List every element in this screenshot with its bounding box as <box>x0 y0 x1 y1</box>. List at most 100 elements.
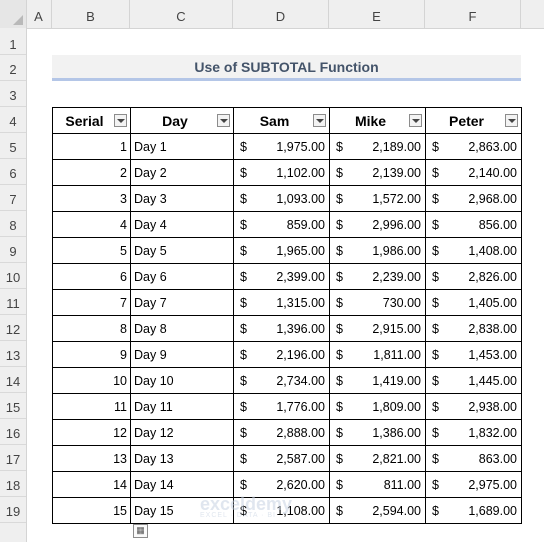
serial-cell[interactable]: 2 <box>52 159 131 186</box>
serial-cell[interactable]: 1 <box>52 133 131 160</box>
day-cell[interactable]: Day 12 <box>130 419 234 446</box>
mike-cell[interactable]: $2,915.00 <box>329 315 426 342</box>
sam-cell[interactable]: $1,315.00 <box>233 289 330 316</box>
peter-cell[interactable]: $1,689.00 <box>425 497 522 524</box>
sam-cell[interactable]: $1,093.00 <box>233 185 330 212</box>
mike-cell[interactable]: $2,239.00 <box>329 263 426 290</box>
mike-cell[interactable]: $2,996.00 <box>329 211 426 238</box>
sam-cell[interactable]: $1,396.00 <box>233 315 330 342</box>
filter-dropdown-icon[interactable] <box>505 114 518 127</box>
filter-dropdown-icon[interactable] <box>217 114 230 127</box>
select-all-corner[interactable] <box>0 0 27 28</box>
column-header-b[interactable]: B <box>52 0 130 28</box>
sam-cell[interactable]: $1,975.00 <box>233 133 330 160</box>
mike-cell[interactable]: $1,419.00 <box>329 367 426 394</box>
serial-cell[interactable]: 3 <box>52 185 131 212</box>
sam-cell[interactable]: $1,965.00 <box>233 237 330 264</box>
column-header-e[interactable]: E <box>329 0 425 28</box>
row-header[interactable]: 6 <box>0 159 26 185</box>
day-cell[interactable]: Day 5 <box>130 237 234 264</box>
mike-cell[interactable]: $2,139.00 <box>329 159 426 186</box>
quick-analysis-icon[interactable]: ▦ <box>133 524 148 538</box>
peter-cell[interactable]: $856.00 <box>425 211 522 238</box>
sam-cell[interactable]: $1,108.00 <box>233 497 330 524</box>
peter-cell[interactable]: $1,832.00 <box>425 419 522 446</box>
row-header[interactable]: 8 <box>0 211 26 237</box>
day-cell[interactable]: Day 14 <box>130 471 234 498</box>
filter-dropdown-icon[interactable] <box>409 114 422 127</box>
day-cell[interactable]: Day 3 <box>130 185 234 212</box>
day-cell[interactable]: Day 11 <box>130 393 234 420</box>
peter-cell[interactable]: $2,838.00 <box>425 315 522 342</box>
row-header[interactable]: 14 <box>0 367 26 393</box>
serial-cell[interactable]: 9 <box>52 341 131 368</box>
serial-cell[interactable]: 15 <box>52 497 131 524</box>
serial-cell[interactable]: 4 <box>52 211 131 238</box>
mike-cell[interactable]: $1,811.00 <box>329 341 426 368</box>
row-header[interactable]: 9 <box>0 237 26 263</box>
peter-cell[interactable]: $1,405.00 <box>425 289 522 316</box>
peter-cell[interactable]: $2,938.00 <box>425 393 522 420</box>
day-cell[interactable]: Day 10 <box>130 367 234 394</box>
serial-cell[interactable]: 11 <box>52 393 131 420</box>
serial-cell[interactable]: 7 <box>52 289 131 316</box>
row-header[interactable]: 15 <box>0 393 26 419</box>
sam-cell[interactable]: $2,734.00 <box>233 367 330 394</box>
row-header[interactable]: 17 <box>0 445 26 471</box>
row-header[interactable]: 10 <box>0 263 26 289</box>
peter-cell[interactable]: $863.00 <box>425 445 522 472</box>
mike-cell[interactable]: $730.00 <box>329 289 426 316</box>
row-header[interactable]: 11 <box>0 289 26 315</box>
mike-cell[interactable]: $1,986.00 <box>329 237 426 264</box>
mike-cell[interactable]: $1,572.00 <box>329 185 426 212</box>
day-cell[interactable]: Day 6 <box>130 263 234 290</box>
row-header[interactable]: 1 <box>0 28 26 55</box>
filter-dropdown-icon[interactable] <box>313 114 326 127</box>
sam-cell[interactable]: $2,620.00 <box>233 471 330 498</box>
peter-cell[interactable]: $1,408.00 <box>425 237 522 264</box>
sam-cell[interactable]: $1,102.00 <box>233 159 330 186</box>
day-cell[interactable]: Day 4 <box>130 211 234 238</box>
row-header[interactable]: 18 <box>0 471 26 497</box>
peter-cell[interactable]: $1,445.00 <box>425 367 522 394</box>
mike-cell[interactable]: $811.00 <box>329 471 426 498</box>
mike-cell[interactable]: $1,809.00 <box>329 393 426 420</box>
column-header-a[interactable]: A <box>26 0 52 28</box>
peter-cell[interactable]: $1,453.00 <box>425 341 522 368</box>
peter-cell[interactable]: $2,968.00 <box>425 185 522 212</box>
mike-cell[interactable]: $2,594.00 <box>329 497 426 524</box>
mike-cell[interactable]: $2,189.00 <box>329 133 426 160</box>
peter-cell[interactable]: $2,826.00 <box>425 263 522 290</box>
peter-cell[interactable]: $2,140.00 <box>425 159 522 186</box>
sam-cell[interactable]: $2,399.00 <box>233 263 330 290</box>
mike-cell[interactable]: $1,386.00 <box>329 419 426 446</box>
day-cell[interactable]: Day 1 <box>130 133 234 160</box>
sam-cell[interactable]: $1,776.00 <box>233 393 330 420</box>
day-cell[interactable]: Day 13 <box>130 445 234 472</box>
row-header[interactable]: 19 <box>0 497 26 523</box>
peter-cell[interactable]: $2,863.00 <box>425 133 522 160</box>
column-header-d[interactable]: D <box>233 0 329 28</box>
row-header[interactable]: 2 <box>0 55 26 81</box>
serial-cell[interactable]: 5 <box>52 237 131 264</box>
filter-dropdown-icon[interactable] <box>114 114 127 127</box>
peter-cell[interactable]: $2,975.00 <box>425 471 522 498</box>
serial-cell[interactable]: 8 <box>52 315 131 342</box>
row-header[interactable]: 16 <box>0 419 26 445</box>
day-cell[interactable]: Day 7 <box>130 289 234 316</box>
row-header[interactable]: 3 <box>0 81 26 107</box>
row-header[interactable]: 4 <box>0 107 26 133</box>
row-header[interactable]: 13 <box>0 341 26 367</box>
mike-cell[interactable]: $2,821.00 <box>329 445 426 472</box>
row-header[interactable]: 5 <box>0 133 26 159</box>
day-cell[interactable]: Day 15 <box>130 497 234 524</box>
row-header[interactable]: 7 <box>0 185 26 211</box>
sam-cell[interactable]: $2,587.00 <box>233 445 330 472</box>
serial-cell[interactable]: 13 <box>52 445 131 472</box>
sam-cell[interactable]: $2,196.00 <box>233 341 330 368</box>
column-header-f[interactable]: F <box>425 0 521 28</box>
row-header[interactable]: 12 <box>0 315 26 341</box>
serial-cell[interactable]: 14 <box>52 471 131 498</box>
day-cell[interactable]: Day 9 <box>130 341 234 368</box>
sam-cell[interactable]: $859.00 <box>233 211 330 238</box>
